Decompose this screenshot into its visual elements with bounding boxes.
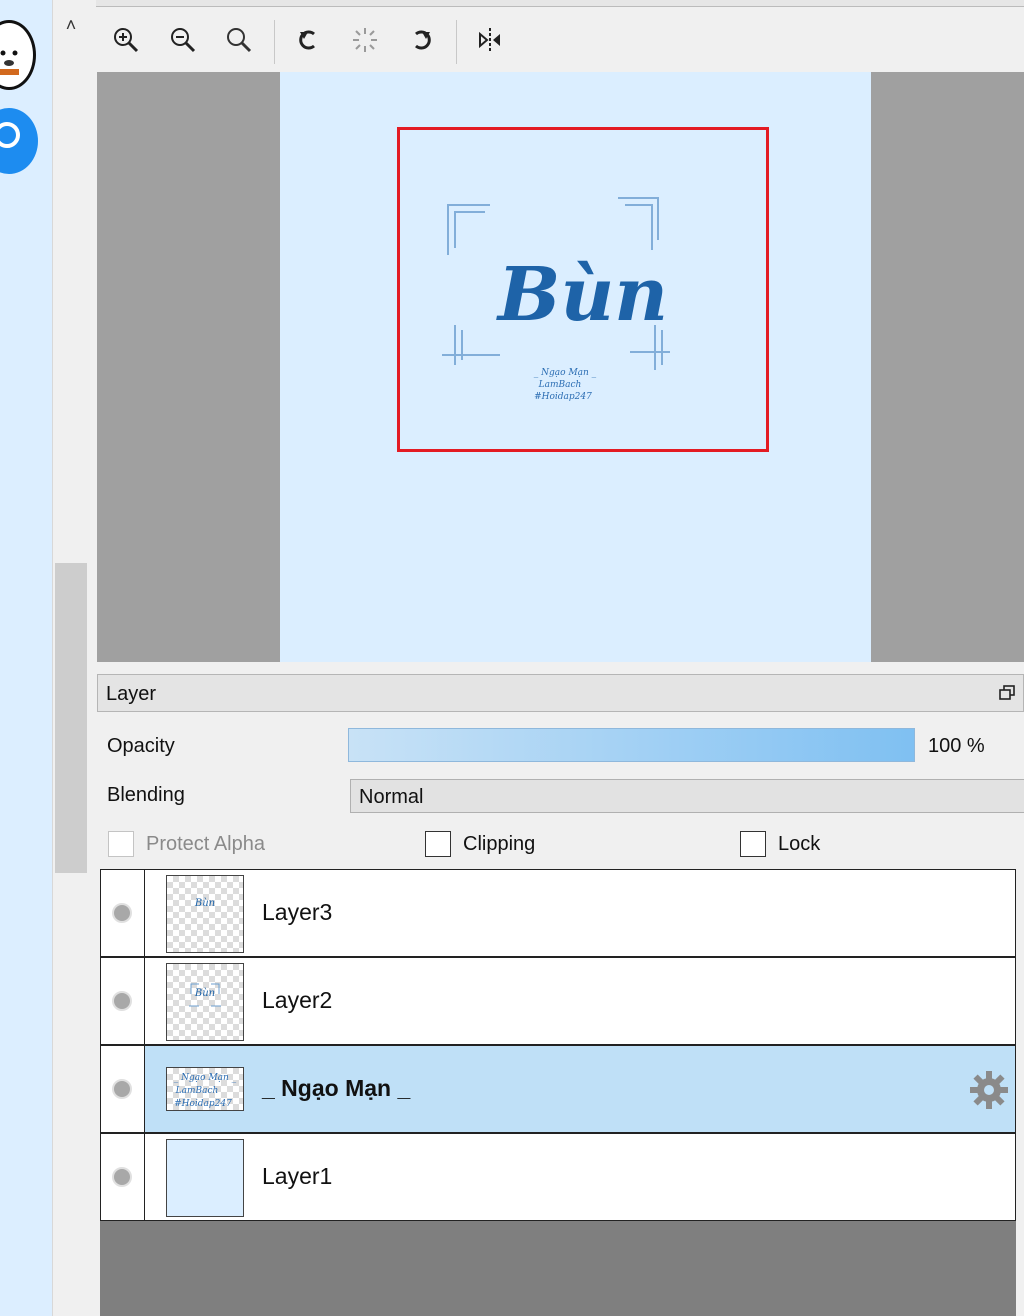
opacity-label: Opacity	[107, 735, 175, 757]
layer-panel-header: Layer	[97, 674, 1024, 712]
layer-name: _ Ngạo Mạn _	[262, 1075, 411, 1101]
visibility-toggle[interactable]	[101, 958, 145, 1044]
lock-checkbox[interactable]	[740, 831, 766, 857]
vertical-scrollbar[interactable]: ˄	[52, 0, 89, 1316]
layer-name: Layer3	[262, 899, 333, 925]
view-rectangle[interactable]: Bùn _ Ngạo Mạn _ LamBach #Hoidap247	[397, 127, 769, 452]
paper: Bùn _ Ngạo Mạn _ LamBach #Hoidap247	[280, 72, 871, 662]
visibility-dot-icon	[112, 903, 132, 923]
artwork-preview: Bùn _ Ngạo Mạn _ LamBach #Hoidap247	[442, 197, 670, 402]
flip-horizontal-icon[interactable]	[474, 24, 506, 56]
svg-text:#Hoidap247: #Hoidap247	[174, 1099, 232, 1109]
layer-thumbnail: _ Ngạo Mạn _ LamBach #Hoidap247	[166, 1067, 244, 1111]
svg-text:_ Ngạo Mạn _: _ Ngạo Mạn _	[174, 1073, 237, 1083]
layer-main[interactable]: Bùn Layer3	[145, 870, 1015, 956]
toolbar-separator	[456, 20, 457, 64]
clipping-label: Clipping	[463, 833, 536, 855]
top-edge	[96, 0, 1024, 7]
layer-thumbnail	[166, 1139, 244, 1217]
layer-main[interactable]: _ Ngạo Mạn _ LamBach #Hoidap247 _ Ngạo Mạn…	[145, 1046, 1015, 1132]
visibility-toggle[interactable]	[101, 1046, 145, 1132]
layer-row[interactable]: Bùn Layer3	[100, 869, 1016, 957]
svg-text:_ Ngạo Mạn _: _ Ngạo Mạn _	[534, 368, 597, 378]
lock-label: Lock	[778, 833, 821, 855]
layer-name: Layer2	[262, 987, 333, 1013]
svg-text:Bùn: Bùn	[194, 898, 215, 909]
zoom-out-icon[interactable]	[167, 24, 199, 56]
clipping-checkbox[interactable]	[425, 831, 451, 857]
blending-value: Normal	[359, 786, 424, 808]
svg-text:Bùn: Bùn	[496, 252, 668, 338]
user-avatar[interactable]	[0, 20, 36, 90]
layer-list: Bùn Layer3 Bùn Layer2 _ Ngạo Mạn _ LamBac…	[100, 869, 1016, 1316]
preview-toolbar	[96, 12, 1024, 70]
visibility-dot-icon	[112, 1079, 132, 1099]
visibility-dot-icon	[112, 991, 132, 1011]
visibility-dot-icon	[112, 1167, 132, 1187]
scroll-thumb[interactable]	[55, 563, 87, 873]
layer-main[interactable]: Layer1	[145, 1134, 1015, 1220]
layer-thumbnail: Bùn	[166, 875, 244, 953]
svg-text:LamBach: LamBach	[538, 380, 582, 390]
chevron-up-icon[interactable]: ˄	[61, 14, 81, 36]
gear-icon[interactable]	[967, 1068, 1011, 1112]
svg-text:Bùn: Bùn	[194, 988, 215, 999]
left-panel	[0, 0, 52, 1316]
layer-row-selected[interactable]: _ Ngạo Mạn _ LamBach #Hoidap247 _ Ngạo Mạn…	[100, 1045, 1016, 1133]
protect-alpha-checkbox[interactable]	[108, 831, 134, 857]
visibility-toggle[interactable]	[101, 870, 145, 956]
rotate-reset-icon[interactable]	[349, 24, 381, 56]
toolbar-separator	[274, 20, 275, 64]
opacity-value: 100 %	[928, 735, 985, 757]
rotate-right-icon[interactable]	[406, 24, 438, 56]
layer-thumbnail: Bùn	[166, 963, 244, 1041]
svg-text:#Hoidap247: #Hoidap247	[534, 392, 592, 402]
visibility-toggle[interactable]	[101, 1134, 145, 1220]
status-circle-icon[interactable]	[0, 108, 38, 174]
zoom-in-icon[interactable]	[110, 24, 142, 56]
window-restore-icon[interactable]	[999, 685, 1015, 701]
zoom-reset-icon[interactable]	[223, 24, 255, 56]
layer-row[interactable]: Layer1	[100, 1133, 1016, 1221]
rotate-left-icon[interactable]	[292, 24, 324, 56]
blending-select[interactable]: Normal	[350, 779, 1024, 813]
opacity-slider[interactable]	[348, 728, 915, 762]
panel-title: Layer	[106, 683, 157, 705]
layer-row[interactable]: Bùn Layer2	[100, 957, 1016, 1045]
protect-alpha-label: Protect Alpha	[146, 833, 265, 855]
canvas-preview[interactable]: Bùn _ Ngạo Mạn _ LamBach #Hoidap247	[97, 72, 1024, 662]
layer-name: Layer1	[262, 1163, 333, 1189]
svg-text:LamBach: LamBach	[175, 1086, 219, 1096]
blending-label: Blending	[107, 784, 185, 806]
layer-main[interactable]: Bùn Layer2	[145, 958, 1015, 1044]
